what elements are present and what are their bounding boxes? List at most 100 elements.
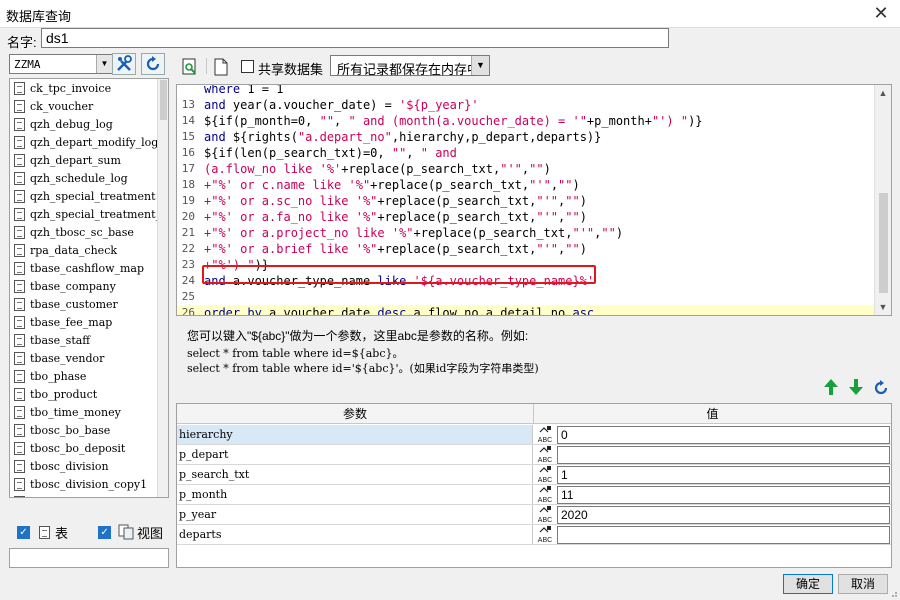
table-list-item[interactable]: tbase_vendor (10, 349, 158, 367)
scrollbar-thumb[interactable] (160, 80, 167, 120)
table-list-item[interactable]: tbo_phase (10, 367, 158, 385)
code-text: where 1 = 1 (204, 84, 284, 96)
table-list-item[interactable]: rpa_data_check (10, 241, 158, 259)
table-list-item[interactable]: ck_voucher (10, 97, 158, 115)
table-list-item[interactable]: tbosc_promotion (10, 493, 158, 498)
table-list-item[interactable]: tbosc_bo_deposit (10, 439, 158, 457)
scroll-up-icon[interactable]: ▲ (875, 85, 891, 101)
table-list-item[interactable]: tbosc_bo_base (10, 421, 158, 439)
table-list-item[interactable]: qzh_tbosc_sc_base (10, 223, 158, 241)
table-list-item[interactable]: qzh_special_treatment (10, 187, 158, 205)
code-line[interactable]: 13 and year(a.voucher_date) = '${p_year}' (177, 97, 875, 113)
code-line[interactable]: 18 +"%' or c.name like '%"+replace(p_sear… (177, 177, 875, 193)
table-list-item[interactable]: tbase_company (10, 277, 158, 295)
param-row[interactable]: hierarchy ABC (177, 425, 891, 445)
param-type-icon[interactable]: ABC (535, 446, 555, 464)
code-line[interactable]: 20 +"%' or a.fa_no like '%"+replace(p_sea… (177, 209, 875, 225)
param-type-icon[interactable]: ABC (535, 426, 555, 444)
connection-tools-button[interactable] (112, 53, 136, 75)
code-text: ${if(len(p_search_txt)=0, "", " and (204, 146, 457, 160)
param-type-label: ABC (537, 437, 553, 444)
table-icon (14, 243, 25, 257)
name-input[interactable] (41, 28, 669, 48)
param-value-input[interactable] (557, 446, 890, 464)
chevron-down-icon[interactable]: ▼ (471, 56, 489, 75)
show-tables-checkbox[interactable]: ✓ (17, 525, 30, 539)
param-row[interactable]: p_depart ABC (177, 445, 891, 465)
code-line[interactable]: 26 order by a.voucher_date desc,a.flow_no… (177, 305, 875, 315)
table-name: tbosc_promotion (30, 496, 123, 498)
refresh-params-icon[interactable] (873, 378, 889, 396)
code-text: +"%' or a.project_no like '%"+replace(p_… (204, 226, 624, 240)
table-icon (14, 387, 25, 401)
schema-value: ZZMA (14, 58, 41, 71)
move-up-icon[interactable] (823, 378, 839, 396)
table-list-item[interactable]: qzh_debug_log (10, 115, 158, 133)
param-value-input[interactable] (557, 426, 890, 444)
param-value-input[interactable] (557, 466, 890, 484)
code-line[interactable]: 17 (a.flow_no like '%'+replace(p_search_t… (177, 161, 875, 177)
memory-mode-select[interactable]: 所有记录都保存在内存中 ▼ (330, 55, 490, 77)
new-document-icon[interactable] (214, 58, 228, 76)
table-list-item[interactable]: qzh_special_treatment_ (10, 205, 158, 223)
table-icon (14, 441, 25, 455)
table-list-scrollbar[interactable] (157, 79, 168, 497)
table-list-item[interactable]: tbase_customer (10, 295, 158, 313)
table-list-item[interactable]: qzh_depart_sum (10, 151, 158, 169)
param-value-input[interactable] (557, 526, 890, 544)
table-icon (14, 171, 25, 185)
code-line[interactable]: 22 +"%' or a.brief like '%"+replace(p_sea… (177, 241, 875, 257)
table-list-item[interactable]: tbo_time_money (10, 403, 158, 421)
code-line[interactable]: 15 and ${rights("a.depart_no",hierarchy,p… (177, 129, 875, 145)
code-line[interactable]: where 1 = 1 (177, 84, 875, 97)
table-list-item[interactable]: qzh_schedule_log (10, 169, 158, 187)
close-icon[interactable]: ✕ (870, 2, 892, 24)
table-list-item[interactable]: tbase_cashflow_map (10, 259, 158, 277)
resize-grip-icon[interactable] (888, 588, 898, 598)
param-value-input[interactable] (557, 506, 890, 524)
code-line[interactable]: 25 (177, 289, 875, 305)
table-list-item[interactable]: ck_tpc_invoice (10, 79, 158, 97)
cancel-button[interactable]: 取消 (838, 574, 888, 594)
table-icon (14, 117, 25, 131)
param-row[interactable]: departs ABC (177, 525, 891, 545)
ok-button[interactable]: 确定 (783, 574, 833, 594)
table-icon (14, 225, 25, 239)
table-list-item[interactable]: tbase_fee_map (10, 313, 158, 331)
table-list-item[interactable]: tbosc_division_copy1 (10, 475, 158, 493)
share-dataset-checkbox[interactable] (241, 60, 254, 73)
schema-select[interactable]: ZZMA ▼ (9, 54, 113, 74)
param-row[interactable]: p_year ABC (177, 505, 891, 525)
table-name: tbase_fee_map (30, 315, 113, 329)
refresh-button[interactable] (141, 53, 165, 75)
param-row[interactable]: p_month ABC (177, 485, 891, 505)
code-text: and ${rights("a.depart_no",hierarchy,p_d… (204, 130, 602, 144)
param-type-icon[interactable]: ABC (535, 506, 555, 524)
table-search-input[interactable] (9, 548, 169, 568)
table-list-item[interactable]: tbase_staff (10, 331, 158, 349)
preview-icon[interactable] (182, 58, 198, 76)
param-value-input[interactable] (557, 486, 890, 504)
param-type-icon[interactable]: ABC (535, 526, 555, 544)
param-name: departs (177, 525, 533, 544)
code-line[interactable]: 14 ${if(p_month=0, "", " and (month(a.vou… (177, 113, 875, 129)
move-down-icon[interactable] (848, 378, 864, 396)
table-list-item[interactable]: qzh_depart_modify_log (10, 133, 158, 151)
param-type-icon[interactable]: ABC (535, 466, 555, 484)
editor-scrollbar[interactable]: ▲ ▼ (874, 85, 891, 315)
table-list-item[interactable]: tbo_product (10, 385, 158, 403)
code-line[interactable]: 16 ${if(len(p_search_txt)=0, "", " and (177, 145, 875, 161)
code-line[interactable]: 19 +"%' or a.sc_no like '%"+replace(p_sea… (177, 193, 875, 209)
scroll-down-icon[interactable]: ▼ (875, 299, 891, 315)
sql-editor[interactable]: where 1 = 1 13 and year(a.voucher_date) = … (176, 84, 892, 316)
param-type-label: ABC (537, 517, 553, 524)
table-name: tbase_customer (30, 297, 118, 311)
show-views-checkbox[interactable]: ✓ (98, 525, 112, 539)
param-row[interactable]: p_search_txt ABC (177, 465, 891, 485)
editor-scrollbar-thumb[interactable] (879, 193, 888, 293)
code-line[interactable]: 21 +"%' or a.project_no like '%"+replace(… (177, 225, 875, 241)
param-type-icon[interactable]: ABC (535, 486, 555, 504)
table-list-item[interactable]: tbosc_division (10, 457, 158, 475)
code-text: +"%' or a.brief like '%"+replace(p_searc… (204, 242, 587, 256)
chevron-down-icon[interactable]: ▼ (96, 55, 112, 73)
